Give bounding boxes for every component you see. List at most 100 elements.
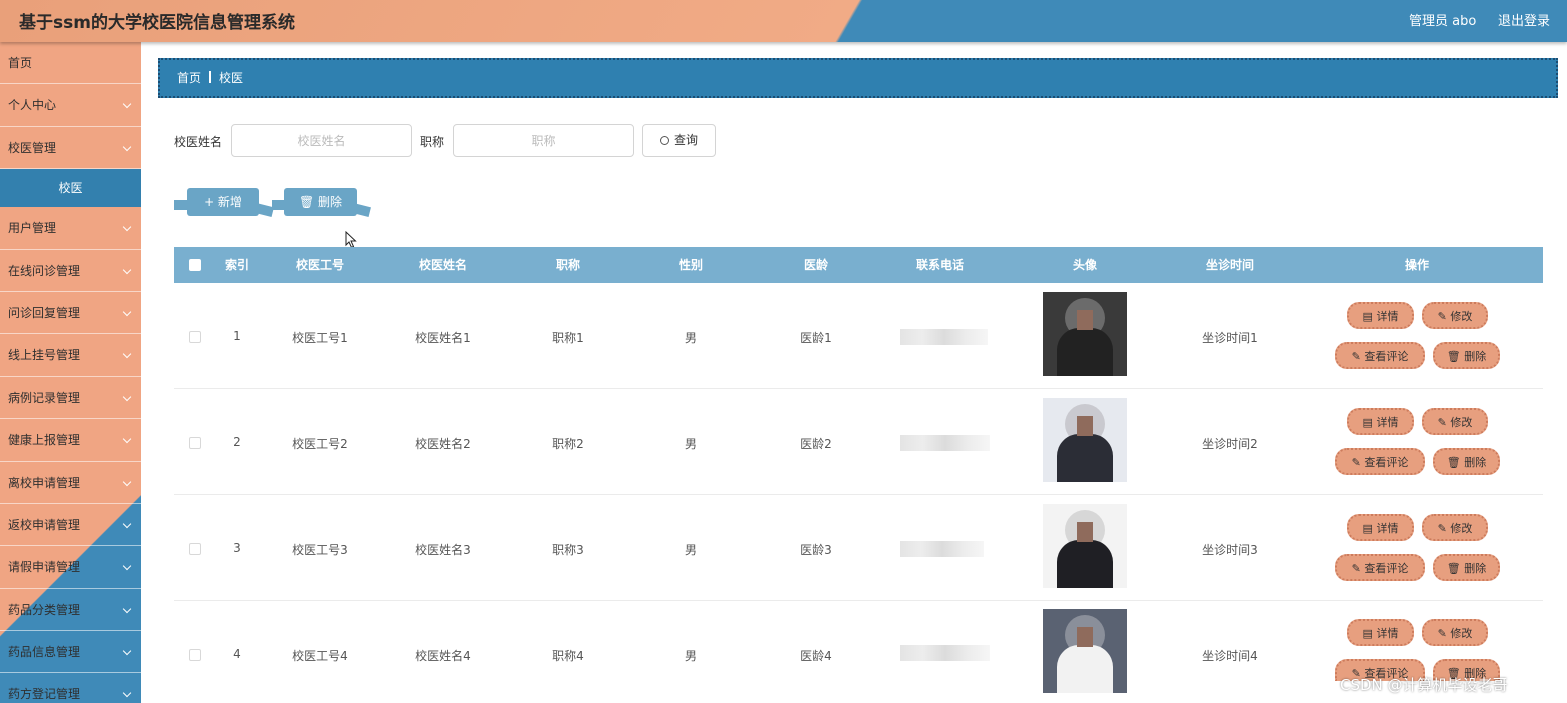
chevron-down-icon	[122, 434, 132, 444]
sidebar-item-doctor-management[interactable]: 校医管理	[0, 127, 141, 170]
chevron-down-icon	[122, 142, 132, 152]
avatar-body	[1057, 434, 1113, 482]
document-icon: ▤	[1362, 416, 1373, 429]
row-delete-button[interactable]: 🗑 删除	[1433, 342, 1500, 369]
cell-gender: 男	[684, 331, 697, 345]
row-checkbox[interactable]	[189, 543, 201, 555]
sidebar-item-health-report[interactable]: 健康上报管理	[0, 419, 141, 462]
sidebar-item-personal-center[interactable]: 个人中心	[0, 84, 141, 127]
avatar-body	[1057, 328, 1113, 376]
cell-years: 医龄2	[800, 437, 832, 451]
sidebar-item-label: 药方登记管理	[8, 687, 81, 702]
detail-button[interactable]: ▤ 详情	[1347, 619, 1414, 646]
sidebar-item-online-registration[interactable]: 线上挂号管理	[0, 334, 141, 377]
row-delete-label: 删除	[1464, 350, 1487, 363]
chevron-down-icon	[122, 222, 132, 232]
sidebar-item-label: 请假申请管理	[8, 560, 81, 575]
query-button[interactable]: 查询	[642, 124, 716, 157]
title-search-label: 职称	[420, 135, 445, 149]
column-header-doctor-id: 校医工号	[295, 258, 344, 272]
sidebar-item-consultation-reply[interactable]: 问诊回复管理	[0, 292, 141, 335]
chevron-down-icon	[122, 519, 132, 529]
cell-doctor-name: 校医姓名4	[415, 649, 471, 663]
view-comments-button[interactable]: ✎ 查看评论	[1335, 554, 1425, 581]
row-checkbox[interactable]	[189, 437, 201, 449]
breadcrumb-separator	[209, 71, 212, 83]
sidebar-item-label: 药品分类管理	[8, 602, 81, 617]
table-header: 索引 校医工号 校医姓名 职称 性别 医龄 联系电话 头像 坐诊时间 操作	[174, 247, 1543, 283]
top-header: 基于ssm的大学校医院信息管理系统 管理员 abo 退出登录	[0, 0, 1567, 42]
trash-icon: 🗑	[1446, 456, 1461, 469]
avatar-body	[1057, 645, 1113, 693]
pencil-icon: ✎	[1351, 562, 1361, 575]
sidebar-item-label: 离校申请管理	[8, 475, 81, 490]
breadcrumb-home[interactable]: 首页	[177, 71, 201, 85]
cell-index: 1	[233, 329, 241, 343]
sidebar-item-return-school[interactable]: 返校申请管理	[0, 504, 141, 547]
detail-button[interactable]: ▤ 详情	[1347, 408, 1414, 435]
pencil-icon: ✎	[1437, 522, 1447, 535]
select-all-checkbox[interactable]	[189, 259, 201, 271]
edit-button-label: 修改	[1450, 310, 1473, 323]
chevron-down-icon	[122, 392, 132, 401]
row-delete-label: 删除	[1464, 456, 1487, 469]
cell-index: 3	[233, 541, 241, 555]
sidebar-item-prescription[interactable]: 药方登记管理	[0, 673, 141, 703]
edit-button[interactable]: ✎ 修改	[1422, 619, 1488, 646]
name-search-label: 校医姓名	[174, 135, 223, 149]
cell-doctor-id: 校医工号4	[292, 649, 348, 663]
cell-schedule: 坐诊时间2	[1202, 437, 1258, 451]
cell-phone-redacted	[900, 645, 990, 661]
sidebar-item-leave-school[interactable]: 离校申请管理	[0, 462, 141, 504]
cell-schedule: 坐诊时间3	[1202, 543, 1258, 557]
edit-button[interactable]: ✎ 修改	[1422, 408, 1488, 435]
sidebar-item-label: 问诊回复管理	[8, 305, 81, 320]
add-button[interactable]: + 新增	[187, 188, 259, 216]
column-header-schedule: 坐诊时间	[1205, 258, 1254, 272]
row-delete-button[interactable]: 🗑 删除	[1433, 448, 1500, 475]
breadcrumb: 首页 校医	[158, 58, 1558, 98]
sidebar-item-label: 病例记录管理	[8, 390, 81, 405]
view-comments-button[interactable]: ✎ 查看评论	[1335, 342, 1425, 369]
cell-gender: 男	[684, 543, 697, 557]
row-checkbox[interactable]	[189, 331, 201, 343]
sidebar-item-case-records[interactable]: 病例记录管理	[0, 377, 141, 420]
edit-button-label: 修改	[1450, 627, 1473, 640]
sidebar-item-online-consultation[interactable]: 在线问诊管理	[0, 250, 141, 292]
cell-years: 医龄3	[800, 543, 832, 557]
cell-schedule: 坐诊时间1	[1202, 331, 1258, 345]
edit-button[interactable]: ✎ 修改	[1422, 302, 1488, 329]
column-header-gender: 性别	[678, 258, 703, 272]
sidebar-item-user-management[interactable]: 用户管理	[0, 207, 141, 250]
cell-gender: 男	[684, 437, 697, 451]
cell-schedule: 坐诊时间4	[1202, 649, 1258, 663]
sidebar-subitem-doctor[interactable]: 校医	[0, 169, 141, 208]
row-checkbox[interactable]	[189, 649, 201, 661]
chevron-down-icon	[122, 604, 132, 613]
delete-button[interactable]: 🗑 删除	[284, 188, 357, 216]
row-delete-button[interactable]: 🗑 删除	[1433, 554, 1500, 581]
avatar-body	[1057, 540, 1113, 588]
sidebar-item-leave-request[interactable]: 请假申请管理	[0, 546, 141, 589]
logout-link[interactable]: 退出登录	[1498, 10, 1550, 29]
edit-button[interactable]: ✎ 修改	[1422, 514, 1488, 541]
avatar-face	[1077, 522, 1093, 542]
detail-button-label: 详情	[1376, 416, 1399, 429]
row-delete-label: 删除	[1464, 562, 1487, 575]
sidebar-item-home[interactable]: 首页	[0, 42, 141, 85]
cell-doctor-name: 校医姓名2	[415, 437, 471, 451]
sidebar-item-drug-category[interactable]: 药品分类管理	[0, 589, 141, 632]
doctor-avatar	[1043, 292, 1127, 376]
detail-button[interactable]: ▤ 详情	[1347, 302, 1414, 329]
sidebar-item-drug-info[interactable]: 药品信息管理	[0, 631, 141, 674]
detail-button[interactable]: ▤ 详情	[1347, 514, 1414, 541]
sidebar-item-label: 药品信息管理	[8, 645, 81, 660]
title-search-input[interactable]	[453, 124, 634, 157]
cell-title: 职称3	[552, 543, 584, 557]
pencil-icon: ✎	[1437, 310, 1447, 323]
chevron-down-icon	[122, 646, 132, 656]
name-search-input[interactable]	[231, 124, 412, 157]
view-comments-button[interactable]: ✎ 查看评论	[1335, 448, 1425, 475]
sidebar-item-label: 用户管理	[8, 221, 57, 236]
pencil-icon: ✎	[1437, 416, 1447, 429]
